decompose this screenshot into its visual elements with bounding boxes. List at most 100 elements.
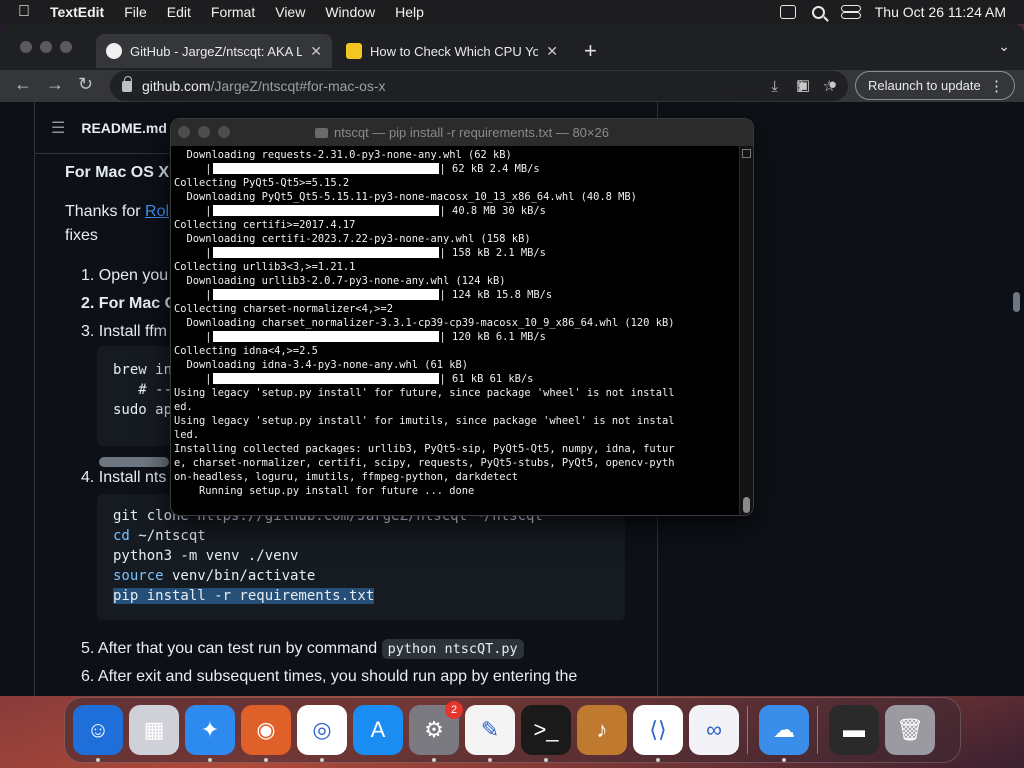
- running-indicator: [96, 758, 100, 762]
- step-6: 6. After exit and subsequent times, you …: [81, 668, 578, 685]
- terminal-line: Downloading requests-2.31.0-py3-none-any…: [174, 149, 512, 161]
- lock-icon[interactable]: [122, 75, 132, 92]
- terminal-line: | | 158 kB 2.1 MB/s: [174, 247, 546, 259]
- app-store-icon[interactable]: A: [353, 705, 403, 755]
- browser-toolbar: ← → ↻ github.com/JargeZ/ntscqt#for-mac-o…: [0, 70, 1024, 102]
- progress-bar: [212, 163, 439, 174]
- menu-window[interactable]: Window: [325, 4, 375, 20]
- terminal-icon[interactable]: >_: [521, 705, 571, 755]
- control-center-icon[interactable]: [840, 5, 861, 19]
- textedit-icon[interactable]: ✎: [465, 705, 515, 755]
- contributor-link[interactable]: Rol: [145, 203, 169, 220]
- spotlight-search-icon[interactable]: [811, 5, 825, 19]
- close-tab-icon[interactable]: ✕: [546, 43, 558, 60]
- terminal-scroll-thumb[interactable]: [743, 497, 750, 513]
- tab-strip: GitHub - JargeZ/ntscqt: AKA Li ✕ How to …: [0, 24, 1024, 70]
- terminal-line: Using legacy 'setup.py install' for imut…: [174, 415, 675, 427]
- running-indicator: [656, 758, 660, 762]
- terminal-window[interactable]: ntscqt — pip install -r requirements.txt…: [170, 118, 754, 516]
- tab-label: GitHub - JargeZ/ntscqt: AKA Li: [130, 43, 303, 59]
- screen-mirroring-icon[interactable]: [779, 5, 796, 19]
- visual-studio-icon[interactable]: ∞: [689, 705, 739, 755]
- code-line-selected[interactable]: pip install -r requirements.txt: [113, 588, 375, 604]
- terminal-line: Collecting PyQt5-Qt5>=5.15.2: [174, 177, 350, 189]
- menu-edit[interactable]: Edit: [167, 4, 191, 20]
- relaunch-button[interactable]: Relaunch to update ⋮: [855, 71, 1015, 100]
- terminal-line: Downloading urllib3-2.0.7-py3-none-any.w…: [174, 275, 506, 287]
- firefox-icon[interactable]: ◉: [241, 705, 291, 755]
- code-keyword: source: [113, 568, 164, 584]
- system-settings-icon[interactable]: ⚙ 2: [409, 701, 463, 755]
- step-4: 4. Install nts: [81, 469, 167, 486]
- window-close-button[interactable]: [20, 41, 32, 53]
- progress-bar: [212, 331, 439, 342]
- terminal-line: Downloading idna-3.4-py3-none-any.whl (6…: [174, 359, 469, 371]
- terminal-minimize-button[interactable]: [198, 126, 210, 138]
- selected-text[interactable]: pip install -r requirements.txt: [113, 588, 375, 604]
- code-line: # --: [113, 382, 173, 398]
- downloads-stack-icon[interactable]: ▬: [829, 705, 879, 755]
- forward-icon[interactable]: →: [46, 74, 64, 95]
- vscode-icon[interactable]: ⟨⟩: [633, 705, 683, 755]
- window-zoom-button[interactable]: [60, 41, 72, 53]
- launchpad-icon[interactable]: ▦: [129, 705, 179, 755]
- step-5: 5. After that you can test run by comman…: [81, 639, 524, 659]
- relaunch-label: Relaunch to update: [868, 78, 981, 93]
- scroll-region-icon[interactable]: [742, 149, 751, 158]
- chevron-down-icon[interactable]: ⌄: [998, 38, 1010, 55]
- running-indicator: [320, 758, 324, 762]
- close-tab-icon[interactable]: ✕: [310, 43, 322, 60]
- terminal-line: Downloading certifi-2023.7.22-py3-none-a…: [174, 233, 531, 245]
- chrome-icon[interactable]: ◎: [297, 705, 347, 755]
- trash-icon[interactable]: 🗑: [885, 705, 935, 755]
- garageband-icon[interactable]: ♪: [577, 705, 627, 755]
- thanks-prefix: Thanks for: [65, 203, 146, 220]
- apple-menu-icon[interactable]: : [18, 3, 30, 21]
- menu-clock[interactable]: Thu Oct 26 11:24 AM: [875, 4, 1006, 20]
- terminal-title: ntscqt — pip install -r requirements.txt…: [334, 125, 609, 140]
- terminal-line: Downloading PyQt5_Qt5-5.15.11-py3-none-m…: [174, 191, 637, 203]
- reload-icon[interactable]: ↻: [78, 74, 93, 95]
- running-indicator: [264, 758, 268, 762]
- outline-list-icon[interactable]: ☰: [51, 118, 65, 138]
- terminal-close-button[interactable]: [178, 126, 190, 138]
- safari-icon[interactable]: ✦: [185, 705, 235, 755]
- terminal-line: Collecting urllib3<3,>=1.21.1: [174, 261, 356, 273]
- running-indicator: [782, 758, 786, 762]
- tab-github[interactable]: GitHub - JargeZ/ntscqt: AKA Li ✕: [96, 34, 332, 68]
- terminal-titlebar[interactable]: ntscqt — pip install -r requirements.txt…: [171, 119, 753, 146]
- new-tab-icon[interactable]: +: [584, 38, 597, 64]
- terminal-scrollbar[interactable]: [739, 146, 753, 515]
- dock-separator: [747, 706, 748, 754]
- profile-icon[interactable]: ●: [828, 76, 837, 93]
- page-scrollbar[interactable]: [1013, 292, 1020, 312]
- menu-app-name[interactable]: TextEdit: [50, 4, 104, 20]
- inline-code: python ntscQT.py: [381, 639, 524, 659]
- tab-cpu-article[interactable]: How to Check Which CPU Your ✕: [336, 34, 568, 68]
- code-horizontal-scrollbar[interactable]: [99, 457, 169, 467]
- address-bar[interactable]: github.com/JargeZ/ntscqt#for-mac-os-x ⤓ …: [110, 71, 848, 101]
- step-2: 2. For Mac C: [81, 295, 177, 312]
- terminal-output[interactable]: Downloading requests-2.31.0-py3-none-any…: [174, 148, 738, 514]
- url-path: /JargeZ/ntscqt#for-mac-os-x: [210, 78, 386, 94]
- more-options-icon[interactable]: ⋮: [989, 77, 1004, 95]
- terminal-line: Downloading charset_normalizer-3.3.1-cp3…: [174, 317, 675, 329]
- readme-title[interactable]: README.md: [81, 120, 167, 136]
- weather-icon[interactable]: ☁: [759, 705, 809, 755]
- menu-view[interactable]: View: [275, 4, 305, 20]
- terminal-line: | | 124 kB 15.8 MB/s: [174, 289, 553, 301]
- install-app-icon[interactable]: ⤓: [771, 78, 778, 95]
- back-icon[interactable]: ←: [14, 74, 32, 95]
- terminal-line: | | 61 kB 61 kB/s: [174, 373, 534, 385]
- terminal-line: Installing collected packages: urllib3, …: [174, 443, 675, 455]
- terminal-zoom-button[interactable]: [218, 126, 230, 138]
- finder-icon[interactable]: ☺: [73, 705, 123, 755]
- menu-format[interactable]: Format: [211, 4, 255, 20]
- menu-help[interactable]: Help: [395, 4, 424, 20]
- step-1: 1. Open you: [81, 267, 169, 284]
- running-indicator: [208, 758, 212, 762]
- side-panel-icon[interactable]: ▣: [796, 76, 810, 94]
- window-minimize-button[interactable]: [40, 41, 52, 53]
- menu-file[interactable]: File: [124, 4, 147, 20]
- url-host: github.com: [142, 78, 211, 94]
